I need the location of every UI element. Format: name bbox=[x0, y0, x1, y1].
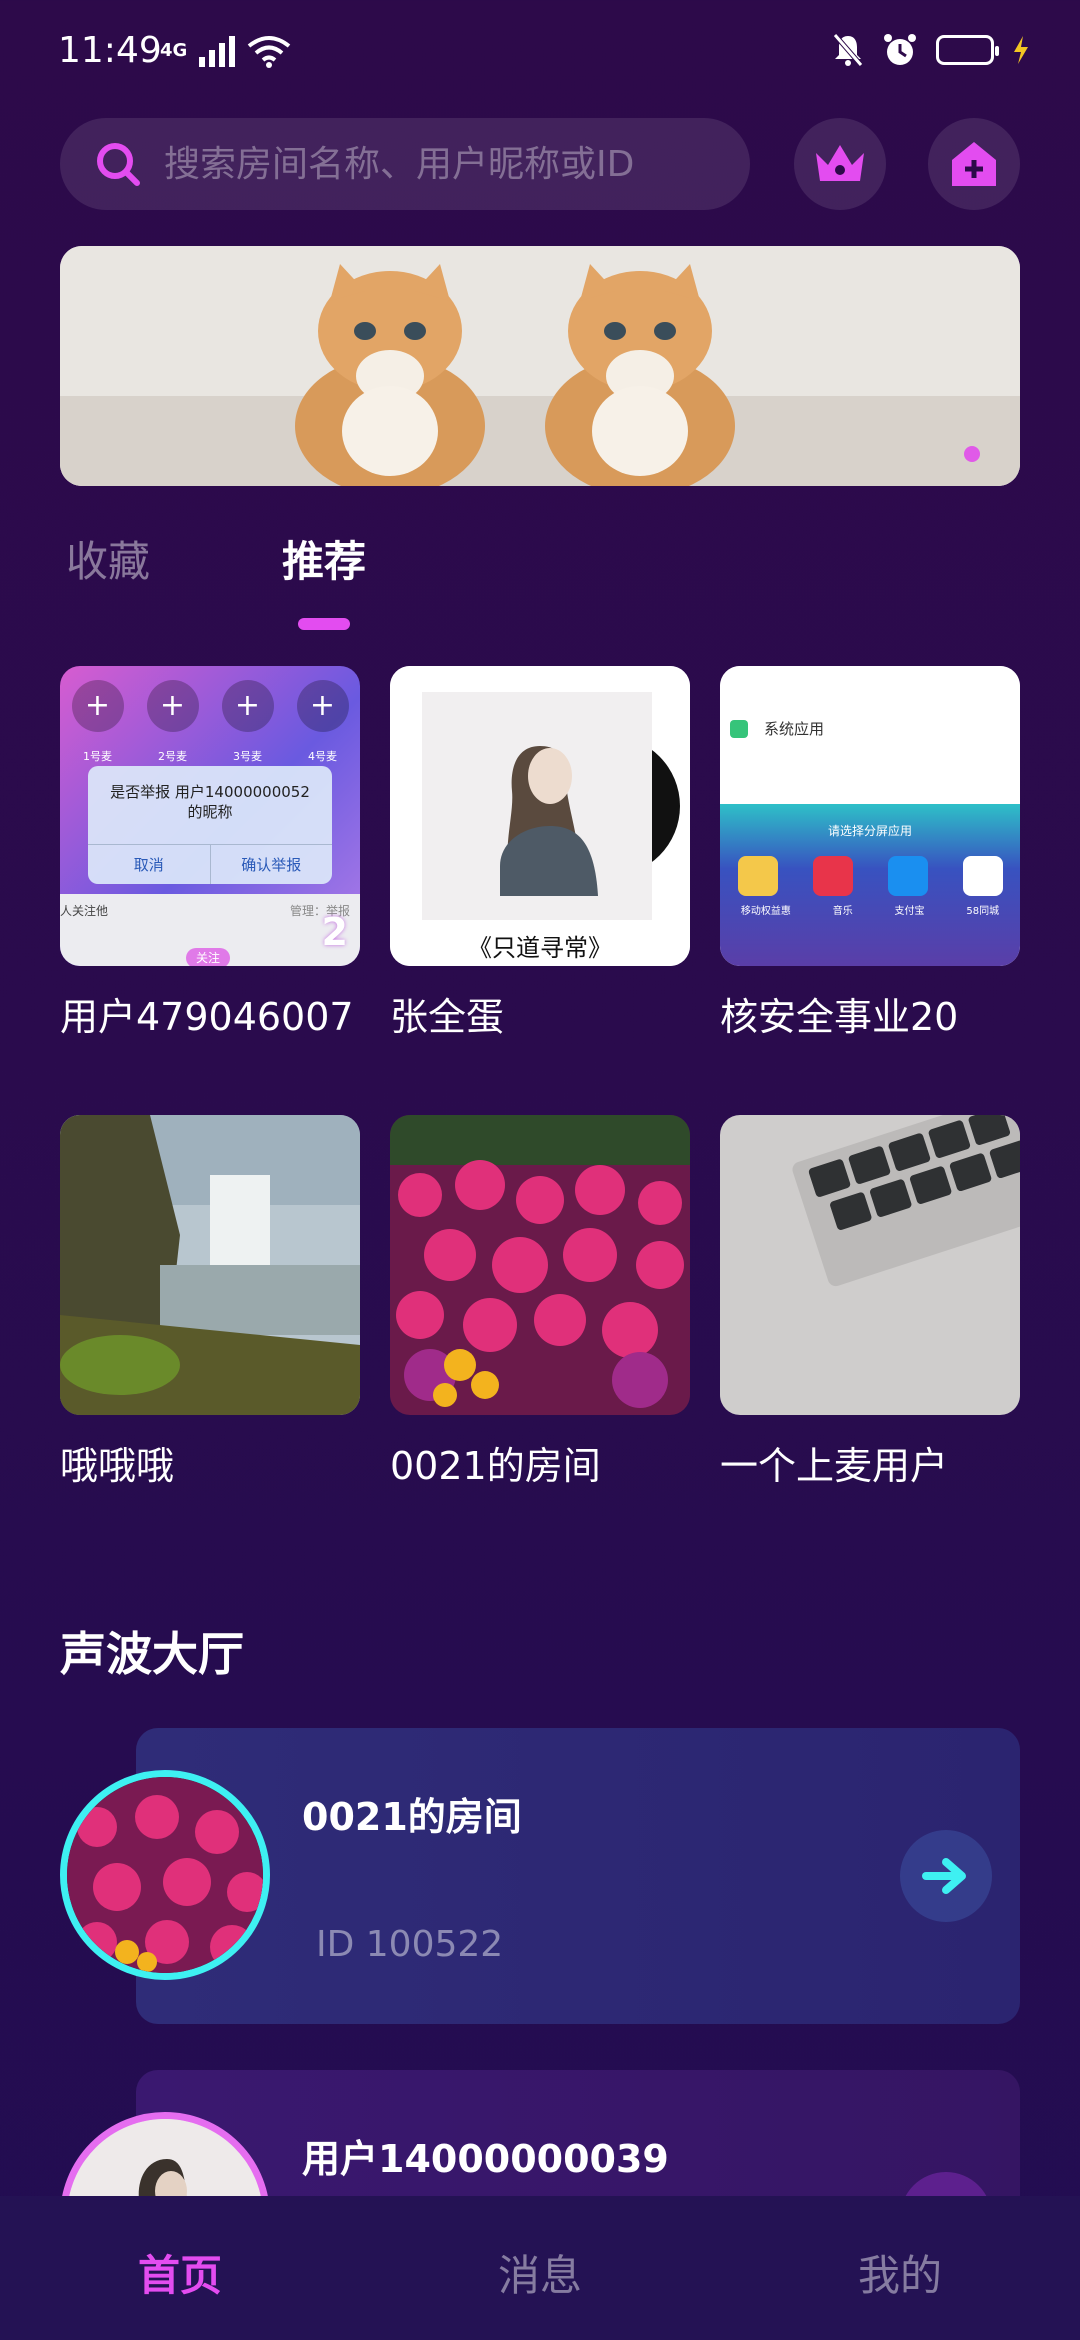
status-time: 11:49 bbox=[58, 30, 162, 71]
room-thumbnail bbox=[390, 1115, 690, 1415]
room-name: 哦哦哦 bbox=[60, 1444, 175, 1488]
hall-room-name: 0021的房间 bbox=[302, 1795, 522, 1839]
section-title: 声波大厅 bbox=[60, 1627, 244, 1681]
search-input[interactable] bbox=[164, 143, 724, 185]
battery-icon bbox=[936, 35, 999, 65]
flowers-image bbox=[390, 1115, 690, 1415]
nav-home[interactable]: 首页 bbox=[0, 2196, 360, 2340]
enter-room-button[interactable] bbox=[900, 1830, 992, 1922]
active-tab-indicator bbox=[298, 618, 350, 630]
room-name: 核安全事业20 bbox=[720, 995, 959, 1039]
arrow-right-icon bbox=[922, 1858, 966, 1894]
room-avatar bbox=[60, 1770, 270, 1980]
room-card[interactable]: 系统应用 请选择分屏应用 移动权益惠 音乐 支付宝 58同城 核安全事业20 bbox=[720, 666, 1020, 1041]
search-bar[interactable] bbox=[60, 118, 750, 210]
carousel-indicator bbox=[964, 446, 980, 462]
hall-room-name: 用户14000000039 bbox=[302, 2137, 669, 2181]
room-thumbnail bbox=[720, 1115, 1020, 1415]
room-card[interactable]: 0021的房间 bbox=[390, 1115, 690, 1490]
tab-favorites[interactable]: 收藏 bbox=[66, 528, 150, 589]
room-card[interactable]: 一个上麦用户 bbox=[720, 1115, 1020, 1490]
room-card[interactable]: + + + + 1号麦 2号麦 3号麦 4号麦 是否举报 用户14000000052… bbox=[60, 666, 360, 1041]
wifi-icon bbox=[248, 36, 291, 68]
room-thumbnail: 《只道寻常》 bbox=[390, 666, 690, 966]
room-name: 张全蛋 bbox=[390, 995, 505, 1039]
mute-bell-icon bbox=[833, 33, 863, 67]
room-card[interactable]: 《只道寻常》 张全蛋 bbox=[390, 666, 690, 1041]
tab-recommend[interactable]: 推荐 bbox=[282, 528, 366, 589]
nav-profile[interactable]: 我的 bbox=[720, 2196, 1080, 2340]
create-room-button[interactable] bbox=[928, 118, 1020, 210]
crown-icon bbox=[816, 145, 864, 181]
status-bar: 11:49 4G bbox=[0, 0, 1080, 110]
room-thumbnail: + + + + 1号麦 2号麦 3号麦 4号麦 是否举报 用户14000000052… bbox=[60, 666, 360, 966]
signal-icon bbox=[199, 36, 236, 67]
room-thumbnail: 系统应用 请选择分屏应用 移动权益惠 音乐 支付宝 58同城 bbox=[720, 666, 1020, 966]
album-art-image bbox=[390, 666, 690, 966]
waterfall-image bbox=[60, 1115, 360, 1415]
charging-icon bbox=[1014, 36, 1028, 64]
flowers-avatar-image bbox=[67, 1777, 263, 1973]
bottom-navigation: 首页 消息 我的 bbox=[0, 2196, 1080, 2340]
home-add-icon bbox=[952, 142, 996, 186]
search-icon bbox=[97, 143, 140, 186]
keyboard-image bbox=[720, 1115, 1020, 1415]
network-type: 4G bbox=[160, 40, 188, 61]
room-thumbnail bbox=[60, 1115, 360, 1415]
hall-room-id: ID 100522 bbox=[316, 1924, 504, 1965]
alarm-icon bbox=[884, 34, 916, 65]
kittens-image bbox=[60, 246, 1020, 486]
room-card[interactable]: 哦哦哦 bbox=[60, 1115, 360, 1490]
room-name: 0021的房间 bbox=[390, 1444, 601, 1488]
room-name: 一个上麦用户 bbox=[720, 1444, 949, 1488]
banner-carousel[interactable] bbox=[60, 246, 1020, 486]
vip-crown-button[interactable] bbox=[794, 118, 886, 210]
room-name: 用户479046007 bbox=[60, 995, 354, 1039]
nav-messages[interactable]: 消息 bbox=[360, 2196, 720, 2340]
